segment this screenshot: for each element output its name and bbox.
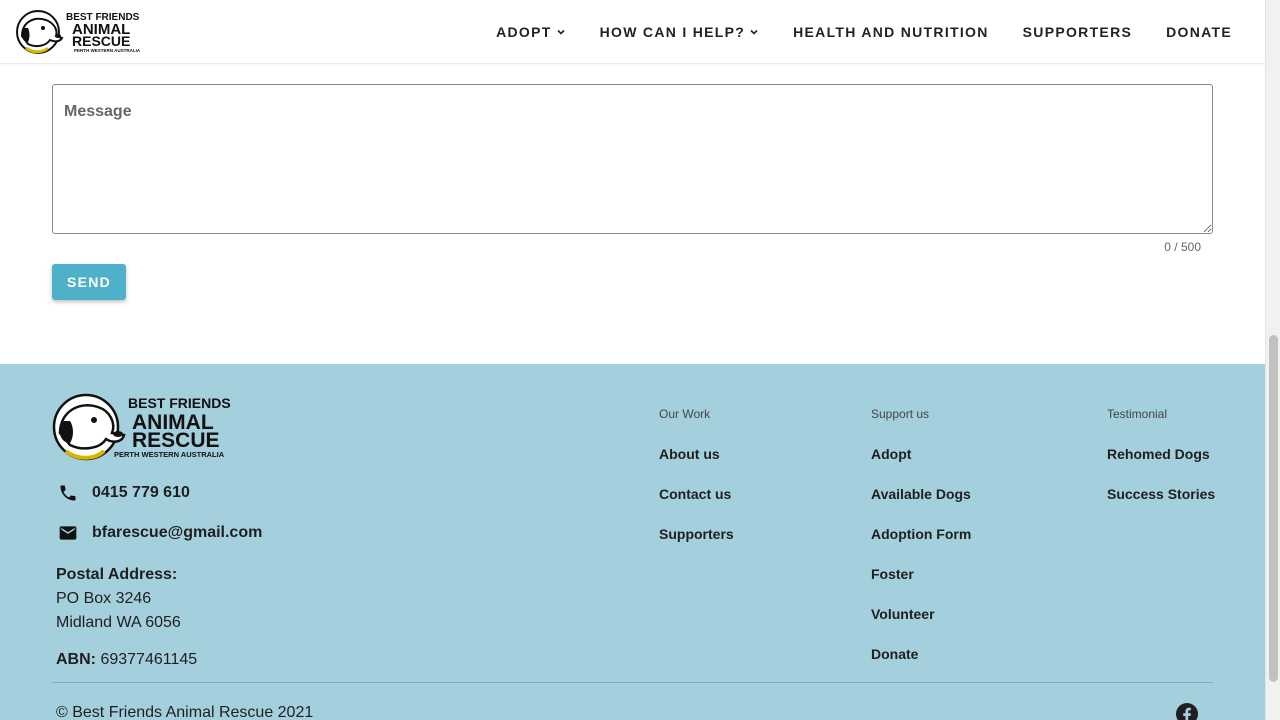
message-input[interactable] (53, 85, 1212, 233)
postal-line-1: PO Box 3246 (56, 590, 152, 607)
phone-row[interactable]: 0415 779 610 (56, 481, 190, 505)
footer-col-our-work: Our Work About us Contact us Supporters (659, 407, 734, 541)
scrollbar-thumb[interactable] (1269, 335, 1278, 682)
postal-label: Postal Address: (56, 566, 178, 583)
nav-adopt[interactable]: ADOPT (479, 0, 583, 64)
link-contact-us[interactable]: Contact us (659, 487, 734, 501)
footer-col-support-us: Support us Adopt Available Dogs Adoption… (871, 407, 971, 661)
nav-health-and-nutrition[interactable]: HEALTH AND NUTRITION (776, 0, 1006, 64)
link-rehomed-dogs[interactable]: Rehomed Dogs (1107, 447, 1215, 461)
svg-text:BEST FRIENDS: BEST FRIENDS (128, 395, 231, 411)
link-foster[interactable]: Foster (871, 567, 971, 581)
phone-icon (56, 481, 80, 505)
nav-adopt-label: ADOPT (496, 24, 552, 40)
link-adopt[interactable]: Adopt (871, 447, 971, 461)
link-adoption-form[interactable]: Adoption Form (871, 527, 971, 541)
nav-donate[interactable]: DONATE (1149, 0, 1249, 64)
svg-text:RESCUE: RESCUE (72, 33, 130, 49)
dog-logo-icon: BEST FRIENDS ANIMAL RESCUE PERTH WESTERN… (52, 393, 231, 461)
col-title: Support us (871, 407, 930, 421)
page-scrollbar[interactable] (1265, 0, 1280, 720)
svg-text:PERTH WESTERN AUSTRALIA: PERTH WESTERN AUSTRALIA (74, 48, 141, 53)
site-footer: BEST FRIENDS ANIMAL RESCUE PERTH WESTERN… (0, 364, 1265, 720)
send-button[interactable]: SEND (52, 264, 126, 300)
copyright: © Best Friends Animal Rescue 2021 (56, 704, 314, 720)
phone-number: 0415 779 610 (92, 484, 190, 501)
site-header: BEST FRIENDS ANIMAL RESCUE PERTH WESTERN… (0, 0, 1265, 64)
abn: ABN: 69377461145 (56, 651, 197, 669)
link-donate[interactable]: Donate (871, 647, 971, 661)
facebook-icon[interactable] (1175, 702, 1199, 720)
link-success-stories[interactable]: Success Stories (1107, 487, 1215, 501)
email-address: bfarescue@gmail.com (92, 524, 263, 541)
postal-line-2: Midland WA 6056 (56, 614, 181, 631)
col-title: Testimonial (1107, 407, 1168, 421)
dog-logo-icon: BEST FRIENDS ANIMAL RESCUE PERTH WESTERN… (16, 10, 141, 54)
chevron-down-icon (556, 27, 566, 37)
main-nav: ADOPT HOW CAN I HELP? HEALTH AND NUTRITI… (479, 0, 1249, 64)
site-logo[interactable]: BEST FRIENDS ANIMAL RESCUE PERTH WESTERN… (16, 10, 144, 54)
link-available-dogs[interactable]: Available Dogs (871, 487, 971, 501)
email-row[interactable]: bfarescue@gmail.com (56, 521, 262, 545)
nav-how-can-i-help-label: HOW CAN I HELP? (599, 24, 746, 40)
footer-logo[interactable]: BEST FRIENDS ANIMAL RESCUE PERTH WESTERN… (52, 393, 246, 463)
abn-value: 69377461145 (100, 651, 198, 668)
footer-col-testimonial: Testimonial Rehomed Dogs Success Stories (1107, 407, 1215, 501)
nav-donate-label: DONATE (1166, 24, 1232, 40)
postal-address: Postal Address: PO Box 3246 Midland WA 6… (56, 563, 181, 635)
abn-label: ABN: (56, 651, 96, 668)
nav-how-can-i-help[interactable]: HOW CAN I HELP? (583, 0, 777, 64)
col-title: Our Work (659, 407, 711, 421)
nav-supporters[interactable]: SUPPORTERS (1006, 0, 1149, 64)
link-supporters[interactable]: Supporters (659, 527, 734, 541)
character-counter: 0 / 500 (1164, 240, 1201, 254)
svg-text:RESCUE: RESCUE (132, 429, 220, 452)
email-icon (56, 521, 80, 545)
chevron-down-icon (749, 27, 759, 37)
svg-text:PERTH WESTERN AUSTRALIA: PERTH WESTERN AUSTRALIA (114, 450, 225, 459)
nav-health-label: HEALTH AND NUTRITION (793, 24, 989, 40)
footer-divider (52, 682, 1213, 683)
nav-supporters-label: SUPPORTERS (1022, 24, 1133, 40)
link-volunteer[interactable]: Volunteer (871, 607, 971, 621)
message-field (52, 84, 1213, 234)
link-about-us[interactable]: About us (659, 447, 734, 461)
